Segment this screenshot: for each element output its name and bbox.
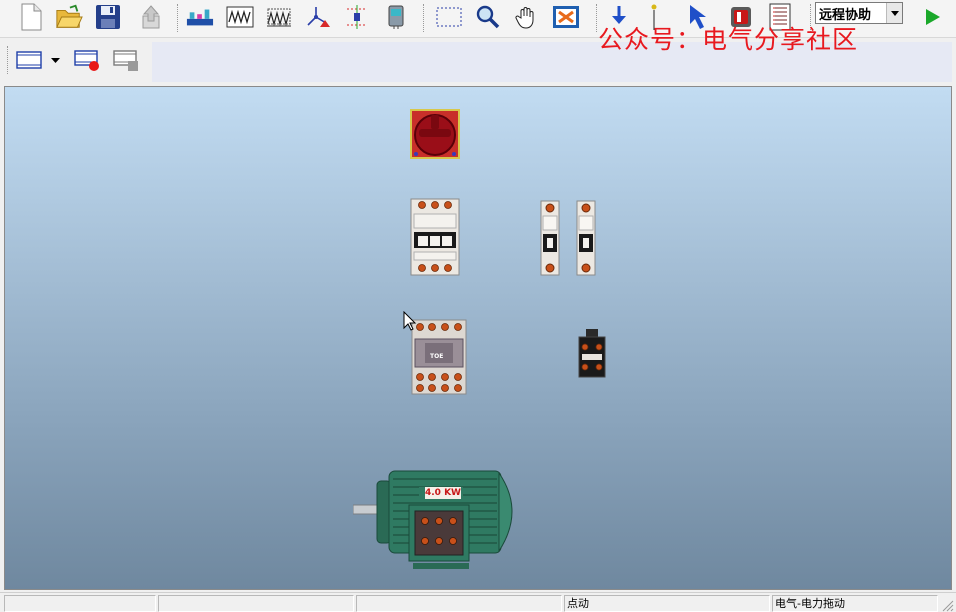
status-panel-course: 电气-电力拖动 [772, 595, 938, 612]
new-file-icon [21, 3, 42, 31]
three-phase-motor[interactable]: 4.0 KW [352, 465, 525, 573]
connector-icon [347, 5, 367, 29]
push-button-icon [578, 329, 606, 378]
waveform-icon [226, 6, 254, 28]
motor-icon [352, 470, 513, 569]
wire-junction-button[interactable] [304, 3, 332, 31]
frame-record-button[interactable] [73, 46, 101, 74]
zoom-button[interactable] [474, 3, 502, 31]
fit-view-button[interactable] [552, 3, 580, 31]
frame-dropdown-button[interactable] [48, 46, 62, 74]
export-button[interactable] [137, 3, 165, 31]
open-file-button[interactable] [55, 3, 83, 31]
breaker-single-icon [540, 200, 560, 276]
fit-view-icon [553, 6, 579, 28]
magnifier-icon [476, 5, 500, 29]
play-icon [926, 9, 940, 25]
coil-button[interactable] [265, 3, 293, 31]
status-panel-2 [158, 595, 354, 612]
toolbar-separator [177, 4, 178, 32]
toolbar-separator [596, 4, 597, 32]
new-file-button[interactable] [17, 3, 45, 31]
marquee-select-button[interactable] [435, 3, 463, 31]
panel-chart-icon [186, 9, 214, 26]
toolbar-separator [423, 4, 424, 32]
frame-button[interactable] [15, 46, 43, 74]
save-button[interactable] [94, 3, 122, 31]
film-record-icon [74, 50, 99, 71]
pan-button[interactable] [512, 3, 540, 31]
app-window: 远程协助 公众号：电气分享社区 TOE 4.0 KW 点动 电气-电力拖动 [0, 0, 956, 612]
folder-open-icon [56, 4, 83, 28]
toolbar-separator [7, 46, 8, 74]
breaker-icon [410, 198, 460, 276]
run-button[interactable] [918, 3, 946, 31]
ac-contactor[interactable]: TOE [411, 319, 467, 399]
wire-junction-icon [307, 7, 330, 27]
device-button[interactable] [382, 3, 410, 31]
panel-view-button[interactable] [186, 3, 214, 31]
connector-button[interactable] [343, 3, 371, 31]
coil-wave-icon [267, 8, 291, 27]
single-pole-breaker-2[interactable] [576, 200, 596, 280]
chevron-down-icon[interactable] [886, 3, 902, 23]
film-frame-icon [16, 51, 42, 69]
status-bar: 点动 电气-电力拖动 [0, 592, 956, 612]
breaker-single-icon [576, 200, 596, 276]
hand-pan-icon [515, 7, 534, 29]
single-pole-breaker-1[interactable] [540, 200, 560, 280]
save-disk-icon [96, 5, 120, 29]
watermark-text: 公众号：电气分享社区 [598, 25, 859, 54]
frame-stop-button[interactable] [112, 46, 140, 74]
contactor-label: TOE [430, 353, 444, 360]
status-panel-mode: 点动 [564, 595, 770, 612]
status-panel-3 [356, 595, 562, 612]
film-stop-icon [113, 50, 138, 71]
three-pole-breaker[interactable] [410, 198, 460, 280]
resize-grip-icon[interactable] [940, 597, 954, 612]
upload-arrow-icon [142, 5, 160, 29]
cursor-arrow-icon [403, 310, 417, 331]
marquee-select-icon [436, 7, 462, 27]
motor-power-label: 4.0 KW [425, 487, 461, 499]
mouse-cursor [403, 310, 417, 335]
push-button-switch[interactable] [578, 329, 606, 383]
waveform-button[interactable] [226, 3, 254, 31]
rotary-isolator-switch[interactable] [410, 109, 460, 163]
circuit-canvas[interactable]: TOE 4.0 KW [4, 86, 952, 590]
status-panel-1 [4, 595, 156, 612]
rotary-switch-icon [410, 109, 460, 159]
device-meter-icon [388, 5, 404, 29]
caret-down-icon [50, 57, 60, 63]
